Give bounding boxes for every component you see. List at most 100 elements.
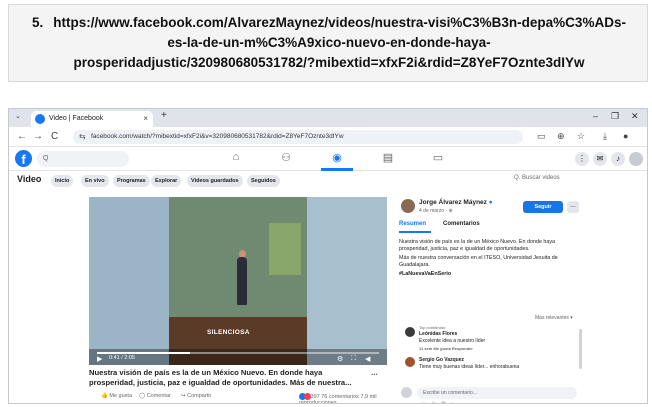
like-button[interactable]: 👍 Me gusta: [101, 393, 132, 399]
video-time: 0:41 / 2:05: [109, 355, 135, 361]
follow-button[interactable]: Seguir: [523, 201, 563, 213]
my-avatar: [401, 387, 412, 398]
tab-seguidos[interactable]: Seguidos: [247, 175, 280, 187]
forward-button[interactable]: →: [33, 131, 43, 142]
tab-explorar[interactable]: Explorar: [151, 175, 182, 187]
home-icon[interactable]: ⌂: [221, 151, 251, 163]
comment-2-text: Tiene muy buenas ideas líder... enhorabu…: [419, 364, 520, 370]
active-tab-indicator: [399, 231, 431, 233]
notifications-icon[interactable]: ♪: [611, 152, 625, 166]
video-more-button[interactable]: ...: [371, 368, 378, 377]
author-name-text: Jorge Álvarez Máynez: [419, 199, 487, 206]
play-icon[interactable]: ▶: [97, 355, 102, 363]
tab-strip: ⌄ Video | Facebook × + – ❐ ✕: [9, 109, 647, 127]
reactions-summary[interactable]: 397 76 comentarios 7,9 mil reproduccione…: [299, 393, 409, 403]
caption-box: 5. https://www.facebook.com/AlvarezMaynez…: [8, 4, 648, 82]
author-name[interactable]: Jorge Álvarez Máynez ●: [419, 199, 493, 206]
video-title: Nuestra visión de país es la de un Méxic…: [89, 368, 352, 387]
friends-icon[interactable]: ⚇: [271, 151, 301, 164]
bookmark-star-icon[interactable]: ☆: [577, 131, 585, 142]
comment-input-icons[interactable]: ☺ ◎ ▣ ◐: [421, 401, 456, 403]
tab-en-vivo[interactable]: En vivo: [81, 175, 109, 187]
progress-fill: [97, 352, 191, 354]
tab-inicio[interactable]: Inicio: [51, 175, 74, 187]
back-button[interactable]: ←: [17, 131, 27, 142]
tab-programas[interactable]: Programas: [113, 175, 150, 187]
facebook-nav-bar: f Q ⌂ ⚇ ◉ ▤ ▭ ⋮ ✉ ♪: [9, 147, 647, 171]
new-tab-button[interactable]: +: [161, 110, 167, 121]
tab-list-icon[interactable]: ⌄: [15, 112, 21, 120]
avatar[interactable]: [629, 152, 643, 166]
caption-number: 5.: [32, 15, 44, 30]
url-field[interactable]: ⇆ facebook.com/watch/?mibextid=xfxF2i&v=…: [73, 130, 523, 144]
search-videos-input[interactable]: Q. Buscar videos: [514, 175, 560, 181]
video-blurred-right: [307, 197, 387, 365]
browser-tab[interactable]: Video | Facebook ×: [31, 111, 153, 127]
video-icon[interactable]: ◉: [322, 151, 352, 164]
minimize-button[interactable]: –: [593, 111, 598, 121]
tab-comments[interactable]: Comentarios: [443, 221, 480, 227]
post-text-1: Nuestra visión de país es la de un Méxic…: [399, 239, 556, 252]
caption-url-line-2: es-la-de-un-m%C3%A9xico-nuevo-en-donde-h…: [167, 35, 491, 50]
tab-summary[interactable]: Resumen: [399, 221, 426, 227]
url-text: facebook.com/watch/?mibextid=xfxF2i&v=32…: [91, 133, 344, 140]
details-panel: Jorge Álvarez Máynez ● 4 de marzo · ⊕ Se…: [395, 199, 585, 403]
caption-line-1: 5. https://www.facebook.com/AlvarezMaynez…: [17, 13, 641, 33]
facebook-logo-icon[interactable]: f: [15, 150, 32, 167]
comment-1-actions[interactable]: 11 sem Me gusta Responder: [419, 346, 473, 351]
tab-title: Video | Facebook: [49, 115, 104, 122]
share-button[interactable]: ↪ Compartir: [181, 393, 211, 399]
video-actions: 👍 Me gusta ◯ Comentar ↪ Compartir 397 76…: [89, 393, 409, 403]
hashtag-link[interactable]: #LaNuevaVaEnSerio: [399, 271, 579, 278]
comment-input[interactable]: Escribe un comentario...: [417, 387, 577, 399]
comment-1-text: Excelente idea a nuestro líder: [419, 338, 486, 344]
facebook-favicon-icon: [35, 114, 45, 124]
progress-bar[interactable]: [97, 352, 379, 354]
zoom-icon[interactable]: ⊕: [557, 131, 565, 142]
volume-icon[interactable]: ◀: [365, 355, 370, 363]
comment-label: Comentar: [146, 393, 171, 399]
comment-1-avatar[interactable]: [405, 327, 415, 337]
marketplace-icon[interactable]: ▤: [373, 151, 403, 164]
video-blurred-left: [89, 197, 169, 365]
share-label: Compartir: [187, 393, 212, 399]
comment-2-name[interactable]: Sergio Go Vazquez: [419, 357, 464, 363]
speaker-figure: [237, 257, 247, 305]
maximize-button[interactable]: ❐: [611, 111, 619, 122]
address-bar-row: ← → C ⇆ facebook.com/watch/?mibextid=xfx…: [9, 127, 647, 147]
panel-more-button[interactable]: ...: [567, 201, 579, 213]
download-icon[interactable]: ⤓: [603, 131, 607, 142]
comment-2-avatar[interactable]: [405, 357, 415, 367]
profile-icon[interactable]: ●: [623, 131, 628, 141]
reload-button[interactable]: C: [51, 131, 58, 142]
tab-close-icon[interactable]: ×: [143, 111, 148, 127]
caption-url-line-3: prosperidadjustic/320980680531782/?mibex…: [73, 55, 585, 70]
settings-gear-icon[interactable]: ⚙: [337, 355, 343, 363]
cast-icon[interactable]: ▭: [537, 131, 546, 142]
tab-videos-guardados[interactable]: Videos guardados: [187, 175, 243, 187]
caption-url-line-1: https://www.facebook.com/AlvarezMaynez/v…: [53, 15, 626, 30]
fullscreen-icon[interactable]: ⛶: [351, 355, 356, 363]
close-window-button[interactable]: ✕: [631, 111, 639, 122]
like-label: Me gusta: [109, 393, 133, 399]
gaming-icon[interactable]: ▭: [423, 151, 453, 164]
video-section-bar: Video Inicio En vivo Programas Explorar …: [9, 171, 647, 189]
menu-grid-icon[interactable]: ⋮: [575, 152, 589, 166]
facebook-search-input[interactable]: Q: [37, 151, 129, 167]
comment-1-badge: Top contributor: [419, 325, 446, 330]
stage-screen: [269, 223, 301, 275]
post-text-2: Más de nuestra conversación en el ITESO,…: [399, 255, 558, 268]
browser-window: ⌄ Video | Facebook × + – ❐ ✕ ← → C ⇆ fac…: [8, 108, 648, 404]
post-date: 4 de marzo · ⊕: [419, 208, 453, 214]
stage-sign: SILENCIOSA: [207, 329, 250, 336]
most-relevant-dropdown[interactable]: Más relevantes ▾: [535, 315, 573, 321]
verified-badge-icon: ●: [488, 199, 493, 206]
video-player[interactable]: SILENCIOSA ▶ 0:41 / 2:05 ⚙ ⛶ ◀: [89, 197, 387, 365]
comment-button[interactable]: ◯ Comentar: [139, 393, 171, 399]
author-avatar[interactable]: [401, 199, 415, 213]
comment-1-name[interactable]: Leónidas Flores: [419, 331, 457, 337]
caption-text: 5. https://www.facebook.com/AlvarezMaynez…: [17, 13, 641, 73]
site-settings-icon[interactable]: ⇆: [79, 130, 86, 144]
comments-scrollbar[interactable]: [579, 329, 582, 369]
messenger-icon[interactable]: ✉: [593, 152, 607, 166]
